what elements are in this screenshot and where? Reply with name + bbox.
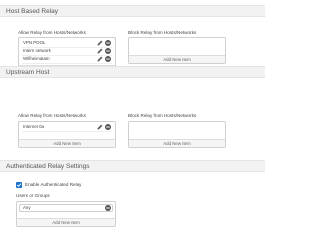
edit-icon[interactable]: [97, 48, 103, 54]
remove-icon[interactable]: [105, 40, 111, 46]
host-based-relay-header: Host Based Relay: [0, 5, 265, 17]
section-title: Host Based Relay: [6, 8, 59, 15]
list-item-label: Wifiheimatam: [23, 56, 50, 61]
section-title: Authenticated Relay Settings: [6, 163, 90, 170]
section-title: Upstream Host: [6, 69, 50, 76]
list-item-label: VPN POOL: [23, 40, 46, 45]
users-or-groups-list: Any Add New Item: [16, 201, 116, 227]
remove-icon[interactable]: [105, 48, 111, 54]
block-relay-label: Block Relay from Hosts/Networks: [128, 113, 197, 118]
upstream-host-header: Upstream Host: [0, 66, 265, 78]
enable-authenticated-relay-checkbox[interactable]: [16, 182, 22, 188]
block-relay-label: Block Relay from Hosts/Networks: [128, 30, 197, 35]
allow-relay-list: Internet 0a Add New Item: [18, 121, 116, 148]
list-item-label: Internet 0a: [23, 124, 44, 129]
remove-icon[interactable]: [105, 124, 111, 130]
block-relay-list: Add New Item: [128, 37, 226, 64]
enable-authenticated-relay-label: Enable Authenticated Relay: [25, 182, 82, 187]
edit-icon[interactable]: [97, 56, 103, 62]
list-item[interactable]: Wifiheimatam: [22, 56, 112, 64]
add-new-item-button[interactable]: Add New Item: [129, 55, 225, 63]
list-item-label: Intern network: [23, 48, 51, 53]
allow-relay-label: Allow Relay from Hosts/Networks: [18, 30, 86, 35]
remove-icon[interactable]: [105, 56, 111, 62]
edit-icon[interactable]: [97, 40, 103, 46]
add-new-item-button[interactable]: Add New Item: [19, 139, 115, 147]
authenticated-relay-header: Authenticated Relay Settings: [0, 160, 265, 172]
select-value: Any: [23, 205, 31, 210]
list-item[interactable]: Internet 0a: [22, 124, 112, 132]
checkmark-icon: [16, 183, 22, 188]
edit-icon[interactable]: [97, 124, 103, 130]
users-or-groups-select[interactable]: Any: [19, 204, 113, 212]
list-item[interactable]: Intern network: [22, 48, 112, 56]
add-new-item-button[interactable]: Add New Item: [129, 139, 225, 147]
block-relay-list: Add New Item: [128, 121, 226, 148]
users-or-groups-label: Users or Groups: [16, 193, 50, 198]
allow-relay-label: Allow Relay from Hosts/Networks: [18, 113, 86, 118]
remove-icon[interactable]: [105, 205, 111, 211]
list-item[interactable]: VPN POOL: [22, 40, 112, 48]
add-new-item-button[interactable]: Add New Item: [17, 218, 115, 226]
